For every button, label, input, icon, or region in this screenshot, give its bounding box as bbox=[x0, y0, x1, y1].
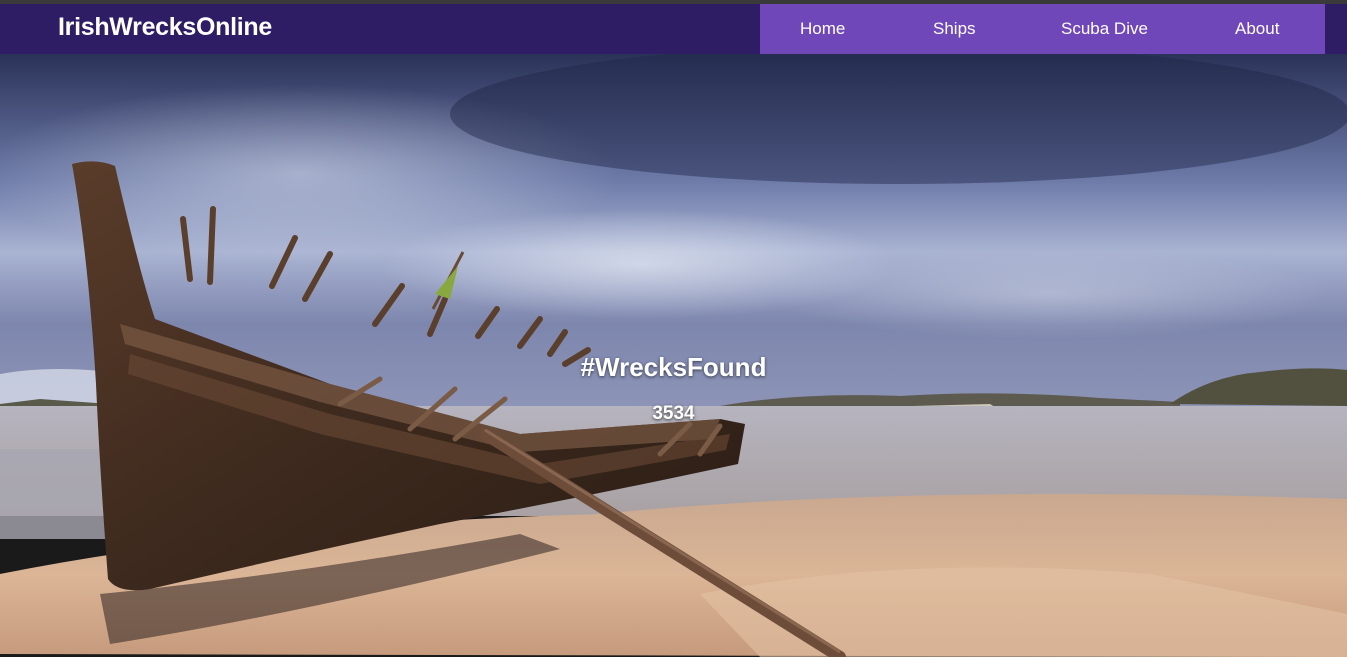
nav-link-scuba-dive[interactable]: Scuba Dive bbox=[1061, 19, 1148, 39]
hero-title: #WrecksFound bbox=[580, 352, 767, 382]
nav-menu: Home Ships Scuba Dive About bbox=[760, 4, 1325, 54]
brand-logo[interactable]: IrishWrecksOnline bbox=[58, 13, 272, 42]
wrecks-count: 3534 bbox=[652, 403, 695, 424]
nav-link-home[interactable]: Home bbox=[800, 19, 845, 39]
hero-section: #WrecksFound 3534 bbox=[0, 54, 1347, 657]
nav-link-about[interactable]: About bbox=[1235, 19, 1279, 39]
nav-link-ships[interactable]: Ships bbox=[933, 19, 976, 39]
navbar: IrishWrecksOnline Home Ships Scuba Dive … bbox=[0, 4, 1347, 54]
